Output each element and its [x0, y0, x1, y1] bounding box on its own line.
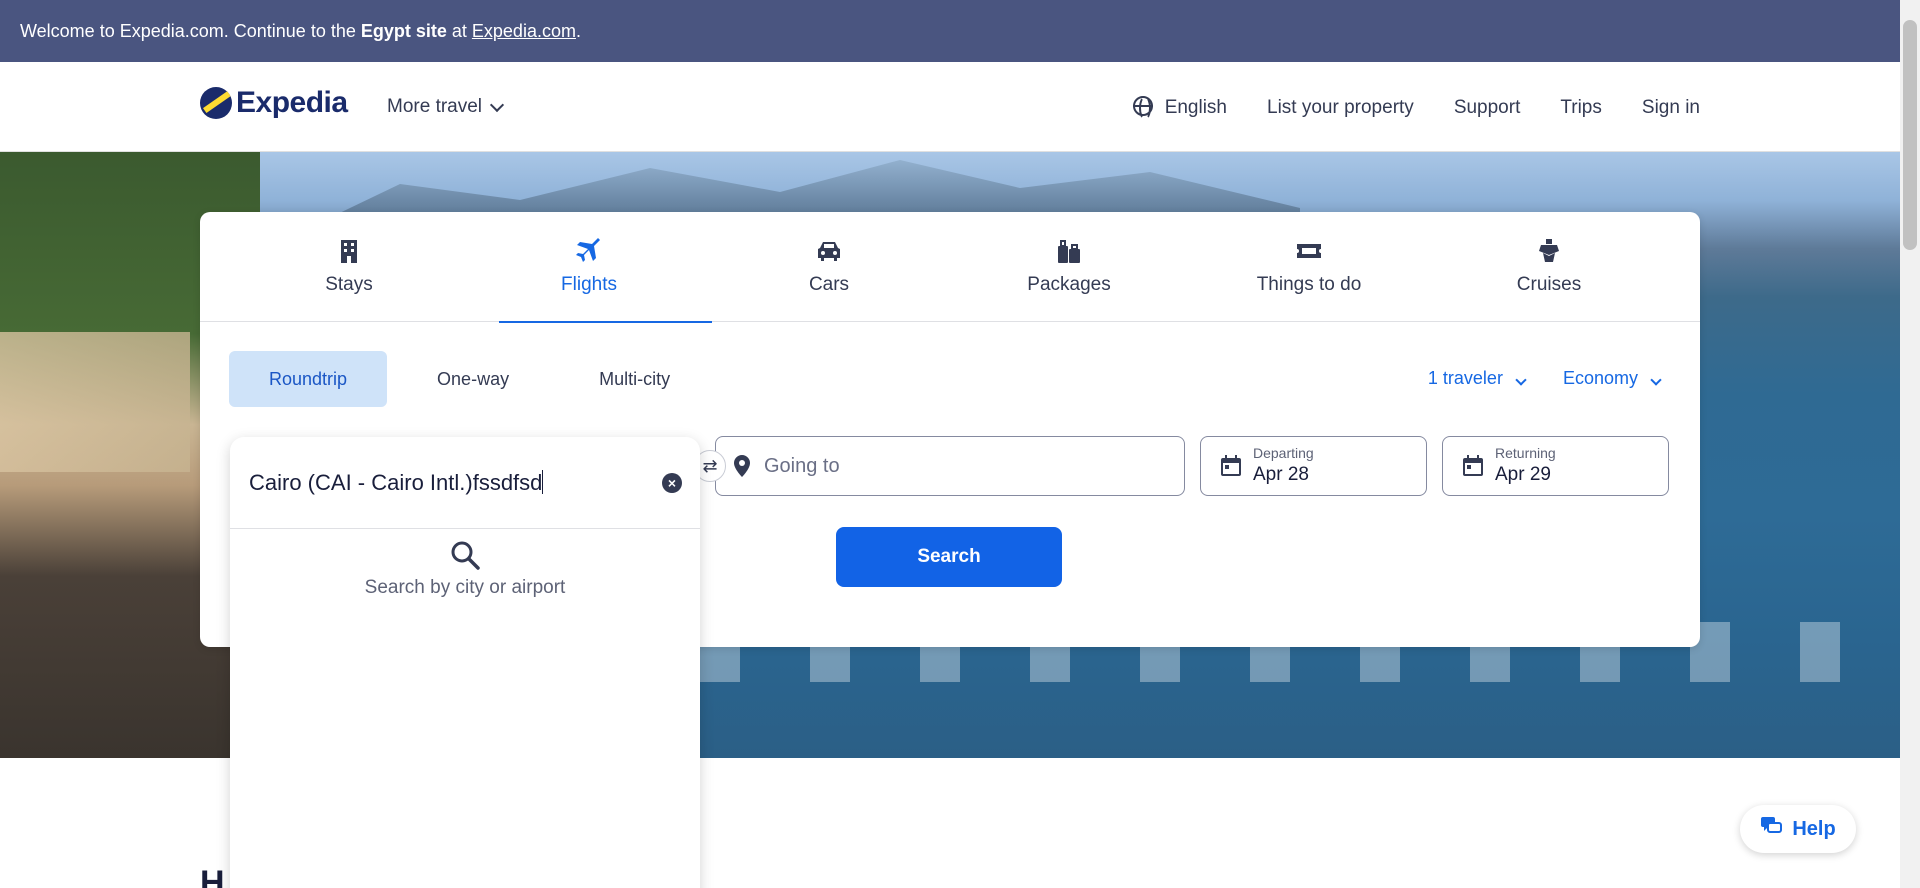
roundtrip-button[interactable]: Roundtrip	[229, 351, 388, 407]
tab-cars[interactable]: Cars	[709, 212, 949, 322]
header-nav: English List your property Support Trips…	[1132, 96, 1700, 120]
expedia-logo-icon	[200, 87, 232, 119]
car-icon	[815, 238, 843, 264]
banner-middle: at	[451, 20, 467, 41]
plane-icon	[575, 238, 603, 264]
expedia-logo[interactable]: Expedia	[200, 86, 348, 120]
welcome-banner: Welcome to Expedia.com. Continue to the …	[0, 0, 1900, 62]
hero-beach	[0, 332, 190, 472]
cabin-class-dropdown[interactable]: Economy	[1562, 368, 1662, 389]
logo-text: Expedia	[236, 86, 348, 119]
returning-date-text: Returning Apr 29	[1495, 445, 1556, 486]
globe-icon	[1132, 96, 1153, 120]
support-link[interactable]: Support	[1454, 97, 1521, 119]
tab-label: Things to do	[1256, 274, 1362, 295]
returning-date-field[interactable]: Returning Apr 29	[1442, 436, 1669, 496]
page-scrollbar[interactable]	[1900, 0, 1920, 888]
going-to-field[interactable]: Going to	[715, 436, 1185, 496]
tab-packages[interactable]: Packages	[949, 212, 1189, 322]
travelers-dropdown[interactable]: 1 traveler	[1427, 368, 1527, 389]
trip-type-selector: Roundtrip One-way Multi-city	[229, 351, 710, 407]
clear-input-button[interactable]: ×	[662, 472, 682, 493]
banner-link[interactable]: Expedia.com	[472, 21, 576, 42]
search-icon	[449, 539, 481, 571]
tab-label: Cruises	[1516, 274, 1582, 295]
chevron-down-icon	[1515, 374, 1527, 386]
leaving-from-input[interactable]: Cairo (CAI - Cairo Intl.)fssdfsd ×	[230, 437, 700, 529]
tab-things-to-do[interactable]: Things to do	[1189, 212, 1429, 322]
list-property-link[interactable]: List your property	[1267, 97, 1414, 119]
more-travel-menu[interactable]: More travel	[387, 96, 505, 118]
scrollbar-thumb[interactable]	[1903, 20, 1917, 250]
departing-date-field[interactable]: Departing Apr 28	[1200, 436, 1427, 496]
language-label: English	[1164, 97, 1228, 118]
building-icon	[335, 238, 363, 264]
leaving-from-dropdown: Cairo (CAI - Cairo Intl.)fssdfsd × Searc…	[230, 437, 700, 888]
tab-label: Packages	[1027, 274, 1111, 295]
banner-prefix: Welcome to Expedia.com. Continue to the	[20, 20, 356, 41]
trip-options: 1 traveler Economy	[1427, 368, 1662, 389]
tab-label: Cars	[808, 274, 850, 295]
cabin-label: Economy	[1562, 368, 1638, 388]
departing-label: Departing	[1253, 445, 1314, 461]
swap-icon: ⇄	[702, 455, 718, 476]
banner-suffix: .	[575, 20, 581, 41]
chat-icon	[1760, 816, 1783, 842]
more-travel-label: More travel	[387, 96, 483, 117]
returning-label: Returning	[1495, 445, 1556, 461]
multi-city-button[interactable]: Multi-city	[559, 351, 710, 407]
one-way-button[interactable]: One-way	[397, 351, 549, 407]
tab-flights[interactable]: Flights	[469, 212, 712, 323]
going-to-placeholder: Going to	[764, 454, 840, 477]
language-selector[interactable]: English	[1132, 96, 1228, 120]
ticket-icon	[1295, 238, 1323, 264]
site-header: Expedia More travel English List your pr…	[0, 62, 1900, 152]
lob-tabs: Stays Flights Cars Packages Things to do	[200, 212, 1700, 323]
search-hint-text: Search by city or airport	[364, 577, 566, 598]
sign-in-link[interactable]: Sign in	[1642, 97, 1700, 119]
ship-icon	[1535, 238, 1563, 264]
tab-label: Stays	[325, 274, 373, 295]
luggage-icon	[1055, 238, 1083, 264]
tab-label: Flights	[561, 274, 617, 295]
banner-site: Egypt site	[360, 20, 447, 41]
trips-link[interactable]: Trips	[1560, 97, 1602, 119]
tab-cruises[interactable]: Cruises	[1429, 212, 1669, 322]
departing-date-text: Departing Apr 28	[1253, 445, 1314, 486]
tab-stays[interactable]: Stays	[229, 212, 469, 322]
departing-value: Apr 28	[1253, 464, 1309, 485]
map-pin-icon	[734, 455, 750, 477]
help-label: Help	[1792, 817, 1836, 840]
calendar-icon	[1461, 454, 1485, 478]
help-button[interactable]: Help	[1740, 805, 1856, 853]
search-button[interactable]: Search	[836, 527, 1062, 587]
calendar-icon	[1219, 454, 1243, 478]
chevron-down-icon	[1650, 374, 1662, 386]
search-hint: Search by city or airport	[230, 539, 700, 599]
chevron-down-icon	[489, 97, 505, 112]
close-icon: ×	[667, 474, 677, 491]
returning-value: Apr 29	[1495, 464, 1551, 485]
leaving-from-value[interactable]: Cairo (CAI - Cairo Intl.)fssdfsd	[249, 470, 662, 496]
travelers-label: 1 traveler	[1427, 368, 1503, 388]
